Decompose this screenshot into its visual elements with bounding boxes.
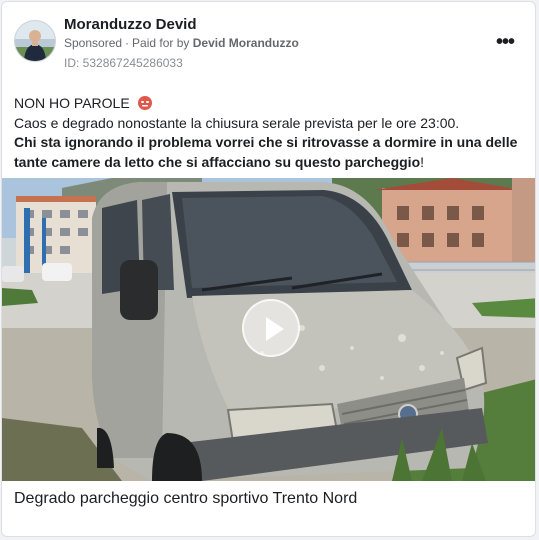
angry-emoji-icon	[137, 96, 152, 110]
paid-for-prefix: Paid for by	[132, 36, 190, 50]
post-text-bold-end: !	[420, 153, 425, 170]
separator-dot: ·	[125, 36, 130, 50]
play-button[interactable]	[242, 299, 300, 357]
sponsored-meta: Sponsored · Paid for by Devid Moranduzzo	[64, 36, 299, 50]
ad-card: Moranduzzo Devid Sponsored · Paid for by D…	[1, 1, 536, 537]
post-text-headline: NON HO PAROLE	[14, 95, 130, 111]
author-name[interactable]: Moranduzzo Devid	[64, 16, 197, 33]
video-thumbnail[interactable]	[2, 178, 535, 481]
avatar-image	[15, 21, 55, 61]
post-text-line1: NON HO PAROLE	[14, 94, 526, 114]
play-icon	[266, 317, 284, 341]
sponsored-label: Sponsored	[64, 36, 123, 50]
post-text-line2: Caos e degrado nonostante la chiusura se…	[14, 114, 460, 131]
avatar[interactable]	[14, 20, 56, 62]
paid-for-name[interactable]: Devid Moranduzzo	[193, 36, 299, 50]
post-text-bold: Chi sta ignorando il problema vorrei che…	[14, 133, 526, 172]
post-header: Moranduzzo Devid Sponsored · Paid for by D…	[2, 2, 535, 82]
more-dots-icon[interactable]: •••	[493, 32, 517, 52]
post-text: NON HO PAROLE Caos e degrado nonostante …	[14, 94, 526, 172]
post-text-bold-body: Chi sta ignorando il problema vorrei che…	[14, 134, 518, 170]
ad-id: ID: 532867245286033	[64, 56, 183, 70]
media-caption[interactable]: Degrado parcheggio centro sportivo Trent…	[14, 490, 357, 508]
